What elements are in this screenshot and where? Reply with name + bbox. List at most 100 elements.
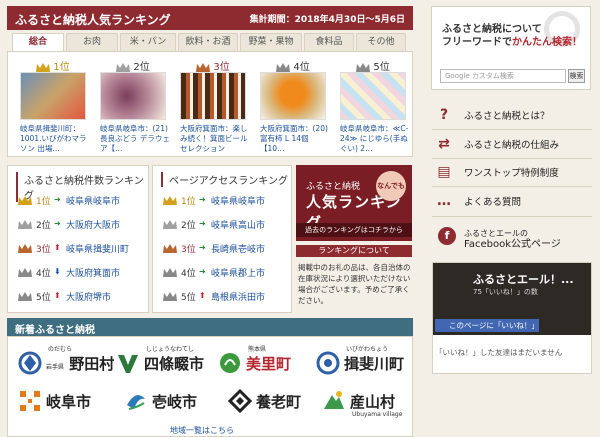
bronze-crown-icon bbox=[18, 244, 32, 253]
gray-crown-icon bbox=[276, 62, 291, 72]
arrow-up-icon: ⬆ bbox=[199, 291, 206, 300]
facebook-page-link[interactable]: ふるさとエールの Facebook公式ページ bbox=[464, 228, 561, 250]
ranking-item[interactable]: 1位 岐阜県揖斐川町：1001.いびがわマラソン 出場… bbox=[18, 58, 88, 154]
gold-crown-icon bbox=[18, 196, 32, 205]
arrow-right-icon: ➜ bbox=[199, 243, 206, 252]
gifu-logo-icon bbox=[20, 391, 40, 411]
ranking-title: ふるさと納税人気ランキング bbox=[15, 13, 171, 27]
ranking-banner[interactable]: ふるさと納税 人気ランキング なんでも 過去のランキングはコチラから bbox=[296, 165, 412, 241]
iki-logo-icon bbox=[127, 395, 145, 410]
facebook-widget: ふるさとエール！... 75「いいね！」の数 このページに「いいね！」 「いいね… bbox=[432, 262, 592, 374]
item-thumbnail[interactable] bbox=[260, 72, 326, 120]
divider bbox=[432, 129, 592, 130]
item-thumbnail[interactable] bbox=[100, 72, 166, 120]
tab-overall[interactable]: 総合 bbox=[12, 33, 64, 53]
municipality-yoro[interactable]: 養老町 bbox=[228, 387, 318, 415]
divider bbox=[432, 186, 592, 187]
menu-item-mechanism[interactable]: ⇄ ふるさと納税の仕組み bbox=[436, 134, 592, 156]
arrow-right-icon: ➜ bbox=[54, 219, 61, 228]
gold-crown-icon bbox=[36, 62, 51, 72]
ranking-item[interactable]: 5位 岐阜県岐阜市：≪C-24≫ にじゆら(手ぬぐい) 2… bbox=[338, 58, 408, 154]
facebook-friends-text: 「いいね！」した友達はまだいません bbox=[435, 348, 563, 357]
facebook-icon: f bbox=[438, 227, 456, 245]
ranking-item[interactable]: 2位 岐阜県岐阜市：(21)長良ぶどう デラウェア【… bbox=[98, 58, 170, 154]
item-thumbnail[interactable] bbox=[340, 72, 406, 120]
document-icon: ▤ bbox=[437, 164, 451, 180]
ubuyama-logo-icon bbox=[324, 391, 344, 409]
gray-crown-icon bbox=[18, 292, 32, 301]
category-tabs: 総合 お肉 米・パン 飲料・お酒 野菜・果物 食料品 その他 bbox=[12, 33, 412, 53]
chat-icon: … bbox=[437, 193, 451, 209]
past-ranking-link[interactable]: 過去のランキングはコチラから bbox=[296, 223, 412, 237]
arrow-up-icon: ⬆ bbox=[54, 243, 61, 252]
new-arrivals-panel: のだむら 岩手県 野田村 しじょうなわてし 四條畷市 熊本県 美里町 いびがわち… bbox=[7, 336, 413, 437]
arrow-down-icon: ⬇ bbox=[54, 267, 61, 276]
menu-item-what-is[interactable]: ? ふるさと納税とは？ bbox=[436, 105, 592, 127]
count-ranking-box: ふるさと納税件数ランキング 1位 ➜ 岐阜県岐阜市 2位 ➜ 大阪府大阪市 3位… bbox=[7, 165, 149, 313]
ranking-item[interactable]: 4位 大阪府箕面市：(20)富有柿 L 14個【10… bbox=[258, 58, 328, 154]
item-description[interactable]: 大阪府箕面市：(20)富有柿 L 14個【10… bbox=[260, 124, 330, 154]
ranking-period: 集計期間：2018年4月30日〜5月6日 bbox=[249, 15, 405, 25]
gray-crown-icon bbox=[356, 62, 371, 72]
silver-crown-icon bbox=[116, 62, 131, 72]
gray-crown-icon bbox=[163, 292, 177, 301]
ranking-header: ふるさと納税人気ランキング 集計期間：2018年4月30日〜5月6日 bbox=[7, 6, 413, 30]
item-description[interactable]: 岐阜県岐阜市：(21)長良ぶどう デラウェア【… bbox=[100, 124, 170, 154]
municipality-ibigawa[interactable]: いびがわちょう 揖斐川町 bbox=[316, 346, 412, 377]
divider bbox=[432, 158, 592, 159]
municipality-misato[interactable]: 熊本県 美里町 bbox=[218, 346, 308, 377]
tab-meat[interactable]: お肉 bbox=[66, 33, 118, 51]
ranking-item[interactable]: 3位 大阪府箕面市：楽しみ続く！箕面ビールセレクション bbox=[178, 58, 248, 154]
tab-other[interactable]: その他 bbox=[356, 33, 406, 51]
arrow-right-icon: ➜ bbox=[199, 267, 206, 276]
misato-logo-icon bbox=[220, 353, 240, 373]
tab-food[interactable]: 食料品 bbox=[304, 33, 354, 51]
noda-logo-icon bbox=[18, 351, 42, 375]
arrow-right-icon: ➜ bbox=[199, 219, 206, 228]
bronze-crown-icon bbox=[163, 244, 177, 253]
access-ranking-title: ページアクセスランキング bbox=[161, 172, 288, 187]
facebook-like-button[interactable]: このページに「いいね！」 bbox=[435, 319, 539, 332]
item-thumbnail[interactable] bbox=[180, 72, 246, 120]
new-arrivals-header: 新着ふるさと納税 bbox=[7, 318, 413, 336]
divider bbox=[432, 216, 592, 217]
search-button[interactable]: 検索 bbox=[568, 69, 585, 83]
menu-item-one-stop[interactable]: ▤ ワンストップ特例制度 bbox=[436, 162, 592, 184]
municipality-iki[interactable]: 壱岐市 bbox=[124, 387, 214, 415]
tab-rice-bread[interactable]: 米・パン bbox=[120, 33, 176, 51]
arrow-up-icon: ⬆ bbox=[54, 291, 61, 300]
item-description[interactable]: 岐阜県岐阜市：≪C-24≫ にじゆら(手ぬぐい) 2… bbox=[340, 124, 410, 154]
badge: なんでも bbox=[376, 171, 406, 201]
municipality-shijonawate[interactable]: しじょうなわてし 四條畷市 bbox=[116, 346, 216, 377]
flow-icon: ⇄ bbox=[438, 136, 450, 152]
item-description[interactable]: 大阪府箕面市：楽しみ続く！箕面ビールセレクション bbox=[180, 124, 250, 154]
search-title: ふるさと納税について フリーワードでかんたん検索！ bbox=[442, 24, 582, 48]
municipality-ubuyama[interactable]: 産山村 Ubuyama village bbox=[322, 387, 412, 418]
access-ranking-box: ページアクセスランキング 1位 ➜ 岐阜県岐阜市 2位 ➜ 岐阜県高山市 3位 … bbox=[152, 165, 292, 313]
gold-crown-icon bbox=[163, 196, 177, 205]
about-ranking-title: ランキングについて bbox=[296, 245, 412, 257]
municipality-noda[interactable]: のだむら 岩手県 野田村 bbox=[18, 346, 114, 377]
arrow-right-icon: ➜ bbox=[54, 195, 61, 204]
tab-vegetables[interactable]: 野菜・果物 bbox=[240, 33, 302, 51]
gray-crown-icon bbox=[18, 268, 32, 277]
item-thumbnail[interactable] bbox=[20, 72, 86, 120]
shijonawate-logo-icon bbox=[118, 355, 138, 373]
ranking-panel: 1位 岐阜県揖斐川町：1001.いびがわマラソン 出場… 2位 岐阜県岐阜市：(… bbox=[7, 51, 413, 157]
silver-crown-icon bbox=[18, 220, 32, 229]
yoro-logo-icon bbox=[228, 389, 252, 413]
search-box: ふるさと納税について フリーワードでかんたん検索！ Google カスタム検索 … bbox=[431, 6, 591, 90]
about-ranking-text: 掲載中のお礼の品は、各自治体の在庫状況により選択いただけない場合がございます。予… bbox=[298, 263, 411, 305]
menu-item-faq[interactable]: … よくある質問 bbox=[436, 191, 592, 213]
ibigawa-logo-icon bbox=[316, 351, 340, 375]
gray-crown-icon bbox=[163, 268, 177, 277]
area-list-link[interactable]: 地域一覧はこちら bbox=[170, 425, 234, 436]
bronze-crown-icon bbox=[196, 62, 211, 72]
silver-crown-icon bbox=[163, 220, 177, 229]
question-icon: ? bbox=[439, 107, 449, 123]
tab-drinks[interactable]: 飲料・お酒 bbox=[178, 33, 238, 51]
municipality-gifu[interactable]: 岐阜市 bbox=[18, 387, 108, 415]
search-input[interactable]: Google カスタム検索 bbox=[440, 69, 566, 83]
item-description[interactable]: 岐阜県揖斐川町：1001.いびがわマラソン 出場… bbox=[20, 124, 90, 154]
arrow-right-icon: ➜ bbox=[199, 195, 206, 204]
